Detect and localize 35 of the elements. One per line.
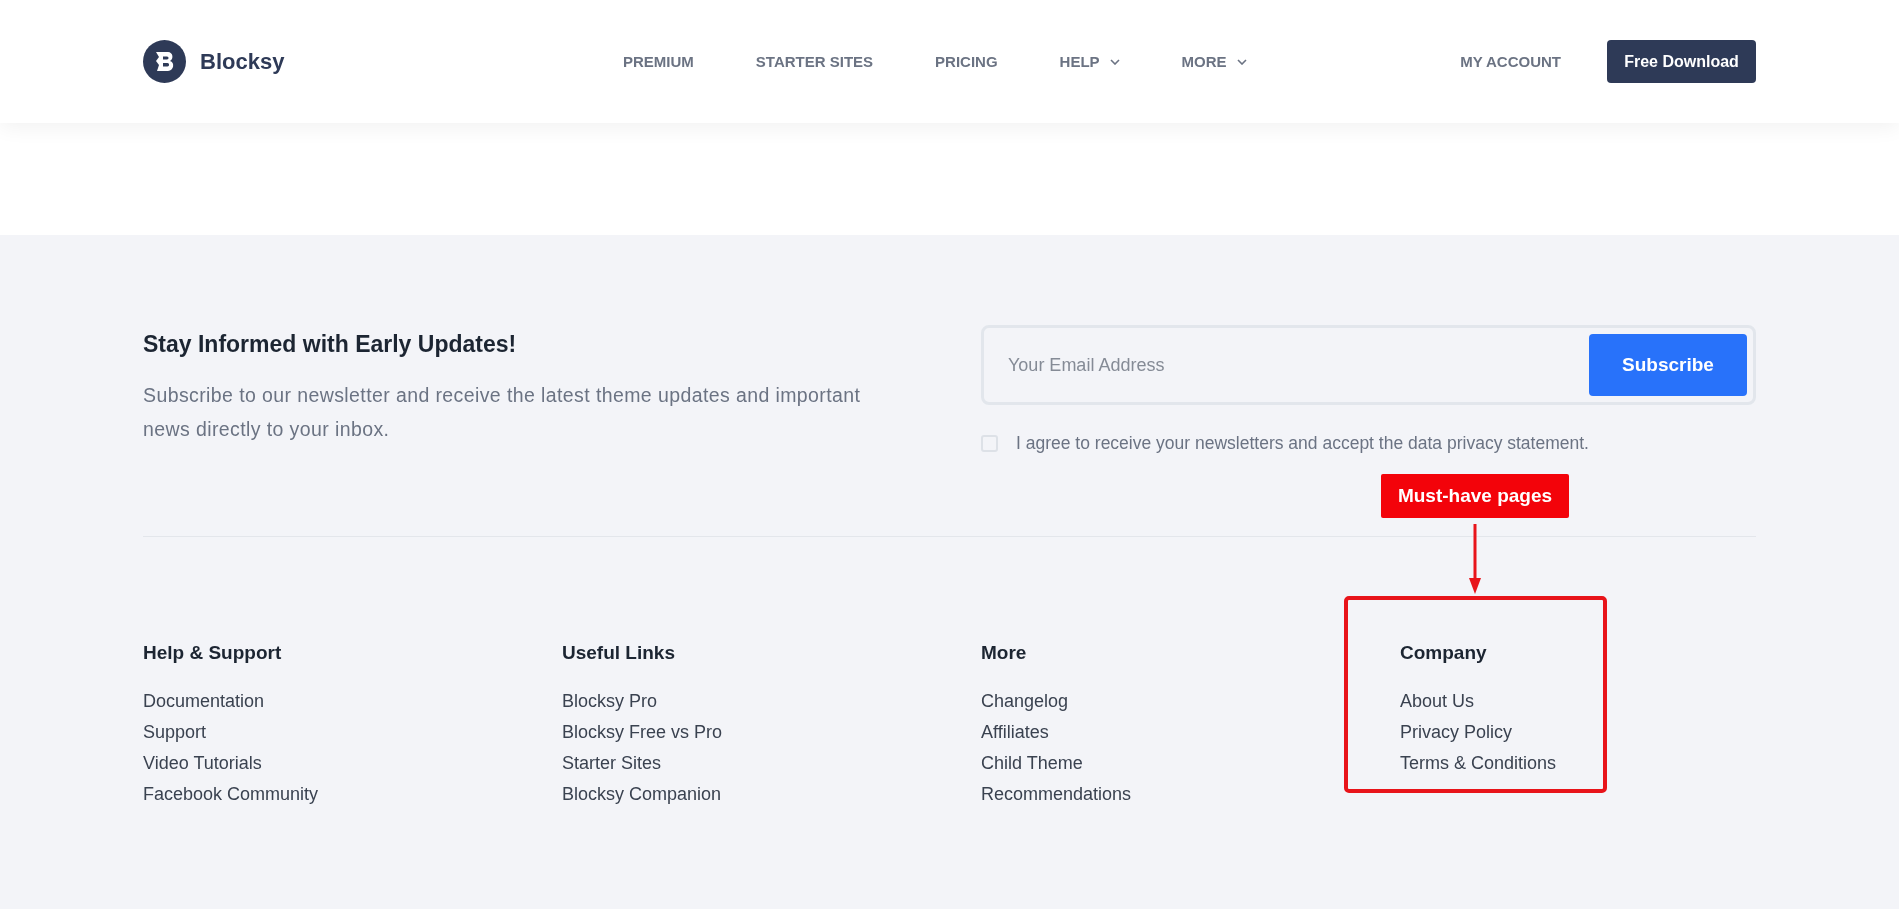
column-heading: Useful Links xyxy=(562,642,676,664)
nav-link[interactable]: HELP xyxy=(1059,53,1120,70)
logo-text[interactable]: Blocksy xyxy=(200,48,285,75)
newsletter-title: Stay Informed with Early Updates! xyxy=(143,331,518,358)
footer-link[interactable]: Facebook Community xyxy=(143,779,562,810)
logo-icon[interactable] xyxy=(143,40,186,83)
subscribe-button[interactable]: Subscribe xyxy=(1589,334,1747,396)
footer-link[interactable]: Child Theme xyxy=(981,748,1400,779)
footer-link[interactable]: Privacy Policy xyxy=(1400,717,1819,748)
footer-link[interactable]: Video Tutorials xyxy=(143,748,562,779)
footer-link[interactable]: Documentation xyxy=(143,686,562,717)
account-link[interactable]: MY ACCOUNT xyxy=(1460,53,1561,70)
nav-link[interactable]: PRICING xyxy=(935,53,998,70)
footer-link[interactable]: About Us xyxy=(1400,686,1819,717)
newsletter-description: Subscribe to our newsletter and receive the latest theme updates and important news directly to your inbox. xyxy=(143,383,862,442)
footer-link[interactable]: Starter Sites xyxy=(562,748,981,779)
footer-link[interactable]: Blocksy Free vs Pro xyxy=(562,717,981,748)
footer-link[interactable]: Blocksy Companion xyxy=(562,779,981,810)
footer-link[interactable]: Changelog xyxy=(981,686,1400,717)
footer-link[interactable]: Terms & Conditions xyxy=(1400,748,1819,779)
consent-label: I agree to receive your newsletters and accept the data privacy statement. xyxy=(1016,433,1589,454)
nav-link[interactable]: PREMIUM xyxy=(623,53,694,70)
arrow-icon xyxy=(1468,524,1482,594)
annotation-label: Must-have pages xyxy=(1381,474,1569,518)
email-field[interactable]: Your Email Address xyxy=(1006,353,1589,377)
nav-link[interactable]: MORE xyxy=(1181,53,1247,70)
footer-link[interactable]: Recommendations xyxy=(981,779,1400,810)
footer-link[interactable]: Support xyxy=(143,717,562,748)
footer-link[interactable]: Blocksy Pro xyxy=(562,686,981,717)
column-heading: Company xyxy=(1400,642,1488,664)
footer-link[interactable]: Affiliates xyxy=(981,717,1400,748)
column-heading: More xyxy=(981,642,1028,664)
download-button[interactable]: Free Download xyxy=(1607,40,1756,83)
column-heading: Help & Support xyxy=(143,642,283,664)
nav-link[interactable]: STARTER SITES xyxy=(755,53,874,70)
